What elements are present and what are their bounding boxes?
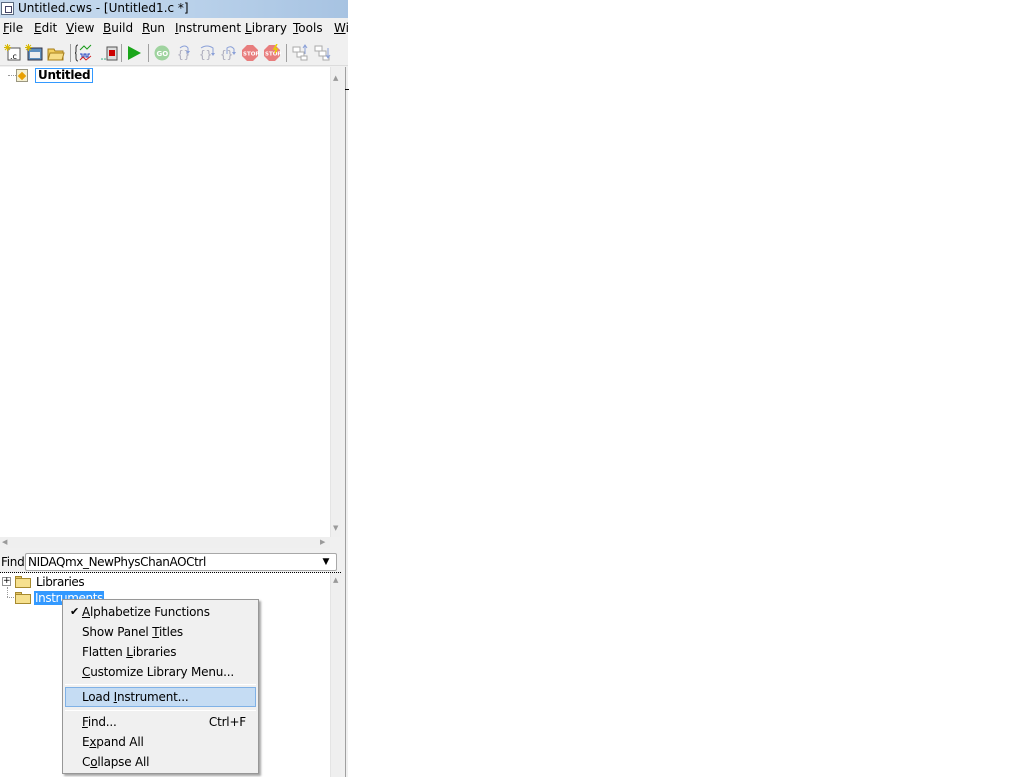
menu-item-show-panel-titles[interactable]: Show Panel Titles [65, 622, 256, 642]
stop-icon[interactable]: STOP [241, 44, 259, 62]
menu-item-find[interactable]: Find... Ctrl+F [65, 712, 256, 732]
toolbar-separator [70, 44, 71, 62]
menu-build[interactable]: Build [103, 21, 133, 35]
menu-item-expand-all[interactable]: Expand All [65, 732, 256, 752]
find-label: Find [1, 555, 25, 569]
cvi-window: Untitled.cws - [Untitled1.c *] File Edit… [0, 0, 349, 777]
title-bar[interactable]: Untitled.cws - [Untitled1.c *] [0, 0, 348, 18]
expand-libraries-icon[interactable]: + [2, 577, 11, 586]
menu-item-load-instrument[interactable]: Load Instrument... [65, 687, 256, 707]
svg-text:STOP: STOP [265, 52, 281, 58]
folder-open-icon [15, 592, 31, 604]
svg-text:{}: {} [199, 48, 212, 61]
tree-connector [8, 75, 16, 76]
tree-connector [7, 587, 8, 597]
menu-tools[interactable]: Tools [293, 21, 323, 35]
open-folder-icon[interactable] [47, 44, 65, 62]
menu-item-flatten-libraries[interactable]: Flatten Libraries [65, 642, 256, 662]
project-tree[interactable] [0, 67, 330, 537]
terminate-icon[interactable]: STOP [263, 43, 281, 62]
scroll-up-arrow-icon[interactable]: ▲ [333, 577, 338, 584]
function-panel-icon[interactable] [74, 44, 93, 62]
step-over-icon[interactable]: {} [198, 44, 216, 62]
new-uir-file-icon[interactable] [25, 44, 43, 62]
up-call-stack-icon[interactable] [291, 44, 309, 62]
run-icon[interactable] [125, 44, 143, 62]
toolbar-separator [148, 44, 149, 62]
project-horizontal-scrollbar[interactable]: ◀ ▶ [0, 537, 330, 548]
down-call-stack-icon[interactable] [313, 44, 331, 62]
scroll-left-arrow-icon[interactable]: ◀ [2, 539, 7, 546]
menu-library[interactable]: Library [245, 21, 287, 35]
scroll-down-arrow-icon[interactable]: ▼ [333, 525, 338, 532]
svg-text:.c: .c [10, 52, 17, 61]
workspace-icon [16, 69, 28, 82]
tree-connector [7, 597, 14, 598]
menu-instrument[interactable]: Instrument [175, 21, 241, 35]
library-vertical-scrollbar[interactable]: ▲ [330, 573, 341, 777]
project-root-node[interactable]: Untitled [35, 68, 94, 83]
toolbar-separator [286, 44, 287, 62]
project-vertical-scrollbar[interactable]: ▲ ▼ [330, 67, 341, 537]
menu-item-collapse-all[interactable]: Collapse All [65, 752, 256, 772]
folder-icon [15, 576, 31, 588]
library-find-bar: Find NIDAQmx_NewPhysChanAOCtrl ▼ [0, 552, 341, 572]
splitter-line [345, 67, 346, 777]
library-context-menu: ✔ Alphabetize Functions Show Panel Title… [62, 599, 259, 774]
step-into-icon[interactable]: {} [176, 44, 194, 62]
uir-panel-icon[interactable] [100, 44, 118, 62]
menu-bar: File Edit View Build Run Instrument Libr… [0, 19, 348, 39]
dropdown-arrow-icon[interactable]: ▼ [317, 555, 335, 569]
menu-file[interactable]: File [3, 21, 23, 35]
checkmark-icon: ✔ [70, 605, 80, 618]
find-combobox[interactable]: NIDAQmx_NewPhysChanAOCtrl ▼ [25, 553, 337, 571]
toolbar-separator [121, 44, 122, 62]
menu-edit[interactable]: Edit [34, 21, 57, 35]
toolbar: .c GO {} {} {} STOP STOP [0, 40, 348, 66]
window-title: Untitled.cws - [Untitled1.c *] [18, 1, 189, 15]
menu-window[interactable]: Wi [334, 21, 348, 35]
app-icon[interactable] [1, 2, 14, 15]
menu-run[interactable]: Run [142, 21, 165, 35]
splitter-mark [345, 89, 349, 90]
menu-separator [65, 710, 256, 711]
new-source-file-icon[interactable]: .c [4, 44, 22, 62]
shortcut-label: Ctrl+F [208, 715, 246, 729]
svg-text:STOP: STOP [243, 52, 259, 58]
pane-splitter[interactable] [341, 67, 349, 777]
menu-view[interactable]: View [66, 21, 94, 35]
scroll-right-arrow-icon[interactable]: ▶ [320, 539, 325, 546]
find-input[interactable]: NIDAQmx_NewPhysChanAOCtrl [28, 555, 206, 569]
go-icon[interactable]: GO [153, 44, 171, 62]
tree-item-libraries[interactable]: Libraries [36, 575, 85, 589]
finish-function-icon[interactable]: {} [219, 44, 237, 62]
svg-text:GO: GO [157, 50, 169, 58]
menu-item-customize-library-menu[interactable]: Customize Library Menu... [65, 662, 256, 682]
menu-separator [65, 684, 256, 685]
scroll-up-arrow-icon[interactable]: ▲ [333, 75, 338, 82]
menu-item-alphabetize-functions[interactable]: ✔ Alphabetize Functions [65, 602, 256, 622]
